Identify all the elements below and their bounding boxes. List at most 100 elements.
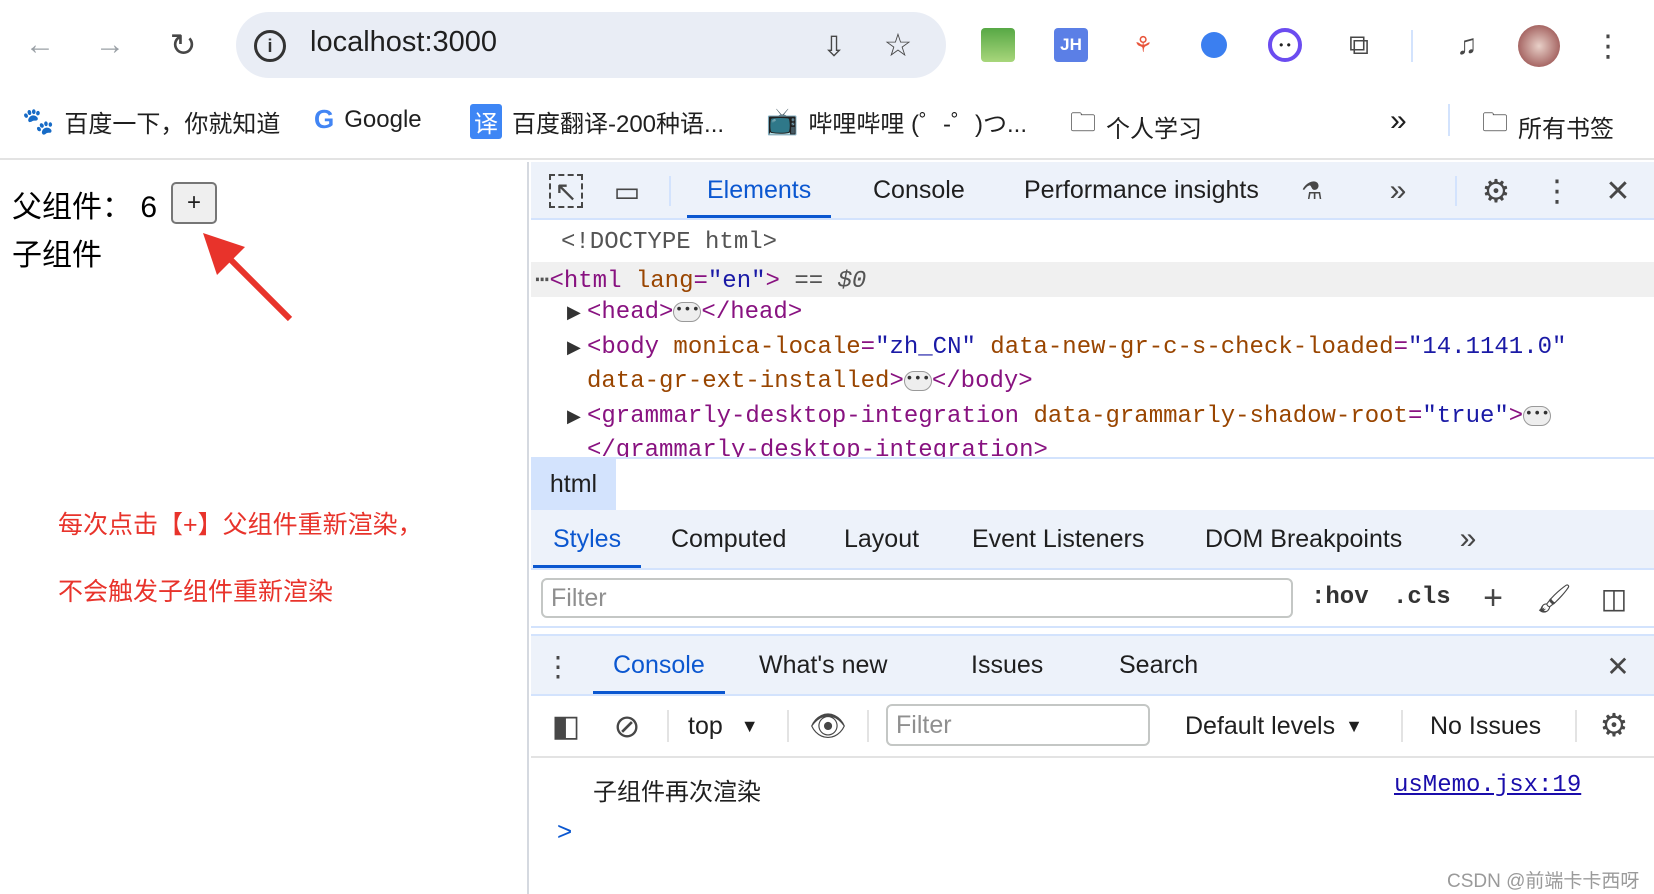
extension-jh-icon[interactable]: JH	[1054, 28, 1088, 62]
tab-layout[interactable]: Layout	[844, 510, 919, 568]
bookmark-bilibili[interactable]: 📺 哔哩哔哩 (゜-゜)つ...	[766, 104, 1027, 139]
tab-performance-insights[interactable]: Performance insights	[1024, 162, 1259, 218]
more-tabs-icon[interactable]: »	[1381, 174, 1415, 208]
drawer-menu-icon[interactable]: ⋮	[544, 648, 572, 684]
tab-computed[interactable]: Computed	[671, 510, 786, 568]
child-component-text: 子组件	[12, 239, 102, 272]
close-drawer-icon[interactable]: ✕	[1601, 648, 1635, 684]
devtools-menu-icon[interactable]: ⋮	[1542, 172, 1572, 210]
extensions-puzzle-icon[interactable]: ⧉	[1342, 28, 1376, 62]
doctype-line[interactable]: <!DOCTYPE html>	[561, 229, 777, 256]
toggle-sidebar-icon[interactable]: ◫	[1597, 580, 1631, 616]
log-levels-dropdown[interactable]: Default levels ▼	[1185, 696, 1363, 756]
tab-console[interactable]: Console	[873, 162, 965, 218]
source-link[interactable]: usMemo.jsx:19	[1394, 772, 1581, 799]
body-node[interactable]: <body monica-locale="zh_CN" data-new-gr-…	[587, 334, 1566, 361]
bookmark-google[interactable]: G Google	[314, 104, 422, 135]
attr: data-new-gr-c-s-check-loaded	[990, 334, 1394, 361]
ellipsis-icon[interactable]: •••	[1523, 405, 1552, 426]
extension-blue-dot-icon[interactable]	[1201, 32, 1227, 58]
all-bookmarks[interactable]: 🗀 所有书签	[1482, 104, 1614, 148]
extension-grid-icon[interactable]	[981, 28, 1015, 62]
attr-value: "14.1141.0"	[1407, 334, 1567, 361]
drawer-tab-whats-new[interactable]: What's new	[759, 636, 887, 694]
more-bookmarks-button[interactable]: »	[1390, 104, 1407, 138]
extension-tree-icon[interactable]: ⚘	[1128, 28, 1158, 62]
devtools-main-tabbar: ↖ ▭ Elements Console Performance insight…	[531, 162, 1654, 220]
paint-brush-icon[interactable]: 🖌	[1536, 580, 1572, 616]
red-arrow-annotation	[203, 233, 293, 322]
context-value: top	[688, 711, 723, 740]
tag: <grammarly-desktop-integration	[587, 403, 1020, 430]
console-settings-gear-icon[interactable]: ⚙	[1595, 706, 1633, 744]
bookmark-translate[interactable]: 译百度翻译-200种语...	[470, 104, 724, 139]
html-node[interactable]: ⋯<html lang="en"> == $0	[535, 265, 866, 295]
more-tabs-icon[interactable]: »	[1451, 522, 1485, 556]
annotation-line-2: 不会触发子组件重新渲染	[58, 578, 334, 606]
media-control-icon[interactable]: ♫	[1450, 28, 1484, 62]
extension-monica-icon[interactable]: • •	[1268, 28, 1302, 62]
bookmark-label: 百度一下，你就知道	[64, 111, 281, 138]
console-filter-input[interactable]: Filter	[886, 704, 1150, 746]
back-icon[interactable]: ←	[24, 28, 56, 62]
tag: </body>	[931, 368, 1033, 395]
star-icon[interactable]: ☆	[880, 26, 916, 64]
expand-triangle-icon[interactable]: ▶	[567, 406, 581, 427]
console-sidebar-icon[interactable]: ◧	[549, 708, 583, 744]
tab-dom-breakpoints[interactable]: DOM Breakpoints	[1205, 510, 1402, 568]
levels-value: Default levels	[1185, 711, 1336, 740]
breadcrumb-bar: html	[531, 457, 1654, 510]
close-devtools-icon[interactable]: ✕	[1601, 172, 1635, 210]
new-style-rule-icon[interactable]: +	[1475, 579, 1511, 617]
ellipsis-icon[interactable]: •••	[903, 370, 932, 391]
forward-icon[interactable]: →	[94, 28, 126, 62]
inspect-element-icon[interactable]: ↖	[549, 174, 583, 208]
console-prompt[interactable]: >	[557, 816, 572, 847]
tab-elements[interactable]: Elements	[686, 162, 832, 218]
parent-component-text: 父组件： 6	[12, 182, 157, 226]
body-node-cont[interactable]: data-gr-ext-installed>•••</body>	[587, 368, 1033, 395]
clear-console-icon[interactable]: ⊘	[609, 708, 645, 744]
head-node[interactable]: <head>•••</head>	[587, 299, 802, 326]
chrome-menu-icon[interactable]: ⋮	[1593, 26, 1623, 66]
drawer-tab-issues[interactable]: Issues	[971, 636, 1043, 694]
device-toolbar-icon[interactable]: ▭	[609, 174, 645, 208]
tab-event-listeners[interactable]: Event Listeners	[972, 510, 1144, 568]
issues-counter[interactable]: No Issues	[1430, 696, 1541, 756]
drawer-tab-search[interactable]: Search	[1119, 636, 1198, 694]
attr-value: "zh_CN"	[875, 334, 976, 361]
annotation-line-1: 每次点击【+】父组件重新渲染，	[58, 511, 423, 539]
attr: monica-locale	[673, 334, 861, 361]
hov-toggle[interactable]: :hov	[1311, 584, 1369, 611]
attr: data-gr-ext-installed	[587, 368, 890, 395]
bookmark-label: 个人学习	[1106, 115, 1203, 143]
drawer-tab-console[interactable]: Console	[593, 636, 725, 694]
cls-toggle[interactable]: .cls	[1393, 584, 1451, 611]
install-app-icon[interactable]: ⇩	[816, 28, 852, 64]
bookmark-folder-study[interactable]: 🗀 个人学习	[1070, 104, 1202, 148]
reload-icon[interactable]: ↻	[166, 27, 200, 63]
bookmark-label: 所有书签	[1518, 115, 1615, 143]
grammarly-node[interactable]: <grammarly-desktop-integration data-gram…	[587, 403, 1552, 430]
settings-gear-icon[interactable]: ⚙	[1477, 172, 1515, 210]
clip: </grammarly-desktop-integration>	[531, 432, 1654, 457]
attr: lang	[635, 268, 694, 295]
bookmark-baidu[interactable]: 🐾 百度一下，你就知道	[22, 104, 280, 139]
count-value: 6	[140, 191, 158, 224]
increment-button[interactable]: +	[171, 182, 217, 224]
expand-triangle-icon[interactable]: ▶	[567, 337, 581, 358]
folder-icon: 🗀	[1482, 107, 1509, 137]
styles-filter-input[interactable]: Filter	[541, 578, 1293, 618]
parent-label: 父组件：	[12, 191, 132, 224]
profile-avatar[interactable]	[1518, 25, 1560, 67]
context-selector[interactable]: top ▼	[688, 696, 759, 756]
url-text[interactable]: localhost:3000	[310, 26, 497, 59]
ellipsis-icon[interactable]: •••	[673, 301, 702, 322]
breadcrumb-html[interactable]: html	[531, 459, 616, 510]
baidu-paw-icon: 🐾	[22, 106, 55, 136]
drawer-tabbar: ⋮ Console What's new Issues Search ✕	[531, 634, 1654, 696]
live-expression-eye-icon[interactable]: 👁	[807, 708, 849, 744]
tab-styles[interactable]: Styles	[532, 510, 642, 568]
expand-triangle-icon[interactable]: ▶	[567, 302, 581, 323]
site-info-icon[interactable]: i	[254, 30, 286, 62]
